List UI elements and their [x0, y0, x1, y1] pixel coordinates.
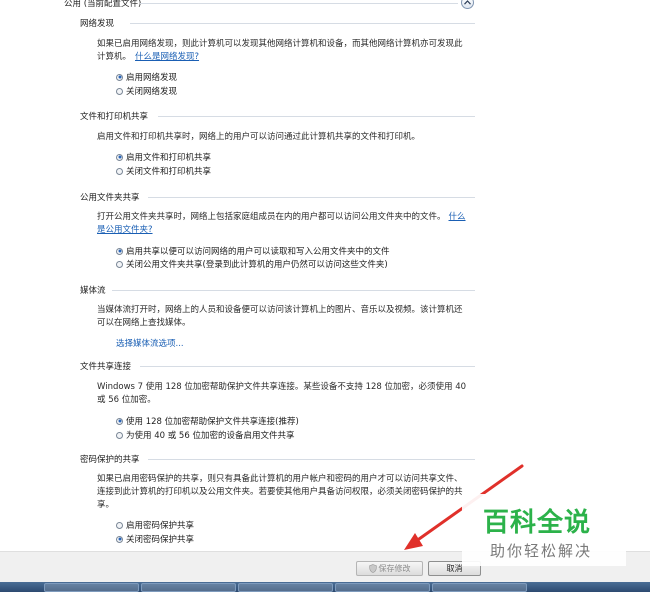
watermark-logo: 百科全说 [483, 508, 592, 538]
watermark-slogan: 助你轻松解决 [490, 542, 593, 560]
